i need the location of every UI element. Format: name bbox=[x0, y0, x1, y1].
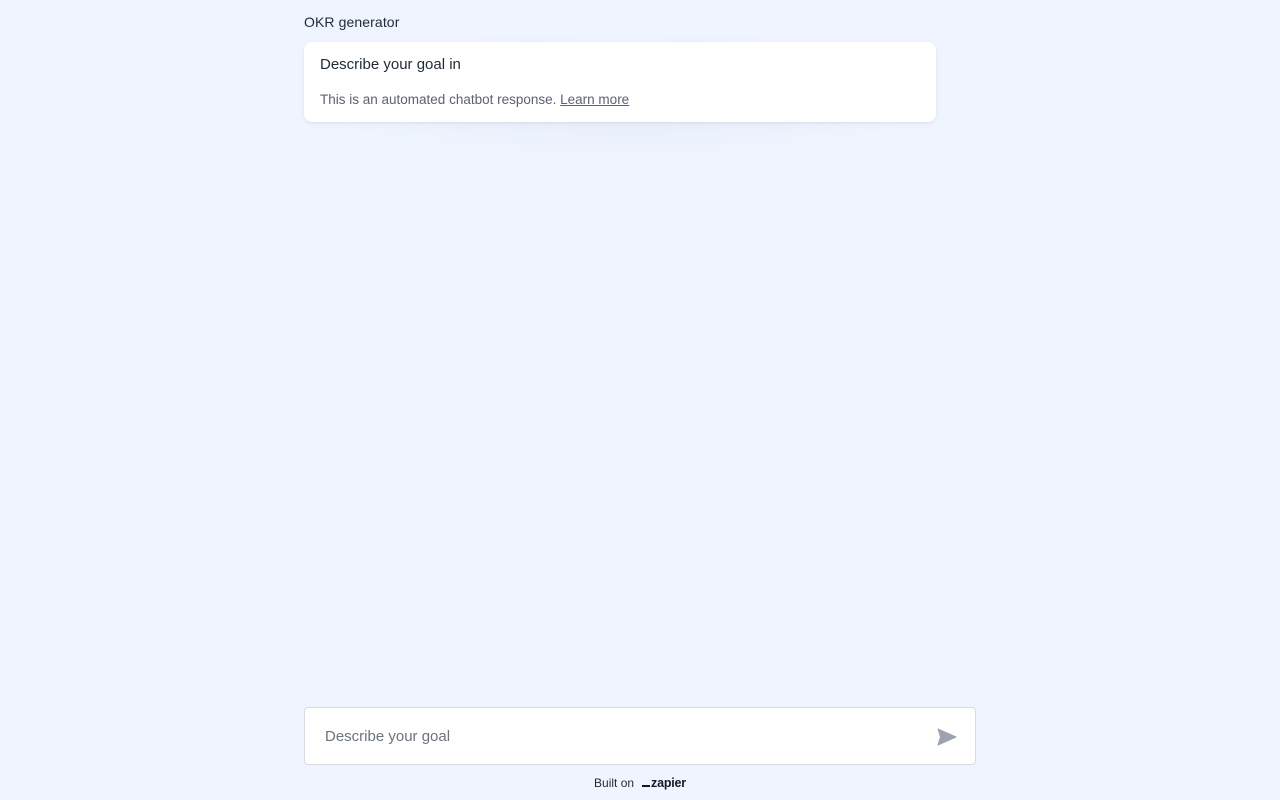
zapier-logo-text: zapier bbox=[651, 776, 686, 790]
learn-more-link[interactable]: Learn more bbox=[560, 92, 629, 107]
automated-response-note: This is an automated chatbot response. bbox=[320, 92, 557, 107]
page-title: OKR generator bbox=[304, 14, 400, 30]
send-icon bbox=[937, 728, 957, 746]
page: OKR generator Describe your goal in This… bbox=[0, 0, 1280, 800]
zapier-logo[interactable]: zapier bbox=[642, 776, 686, 790]
bot-message-text: Describe your goal in bbox=[320, 56, 461, 73]
zapier-logo-mark bbox=[642, 785, 651, 787]
message-composer bbox=[304, 707, 976, 765]
send-button[interactable] bbox=[935, 725, 959, 749]
bot-message-note: This is an automated chatbot response. L… bbox=[320, 92, 920, 108]
footer: Built on zapier bbox=[0, 774, 1280, 792]
message-input[interactable] bbox=[325, 708, 915, 764]
bot-message: Describe your goal in This is an automat… bbox=[304, 42, 936, 122]
built-on-label: Built on bbox=[594, 776, 635, 790]
